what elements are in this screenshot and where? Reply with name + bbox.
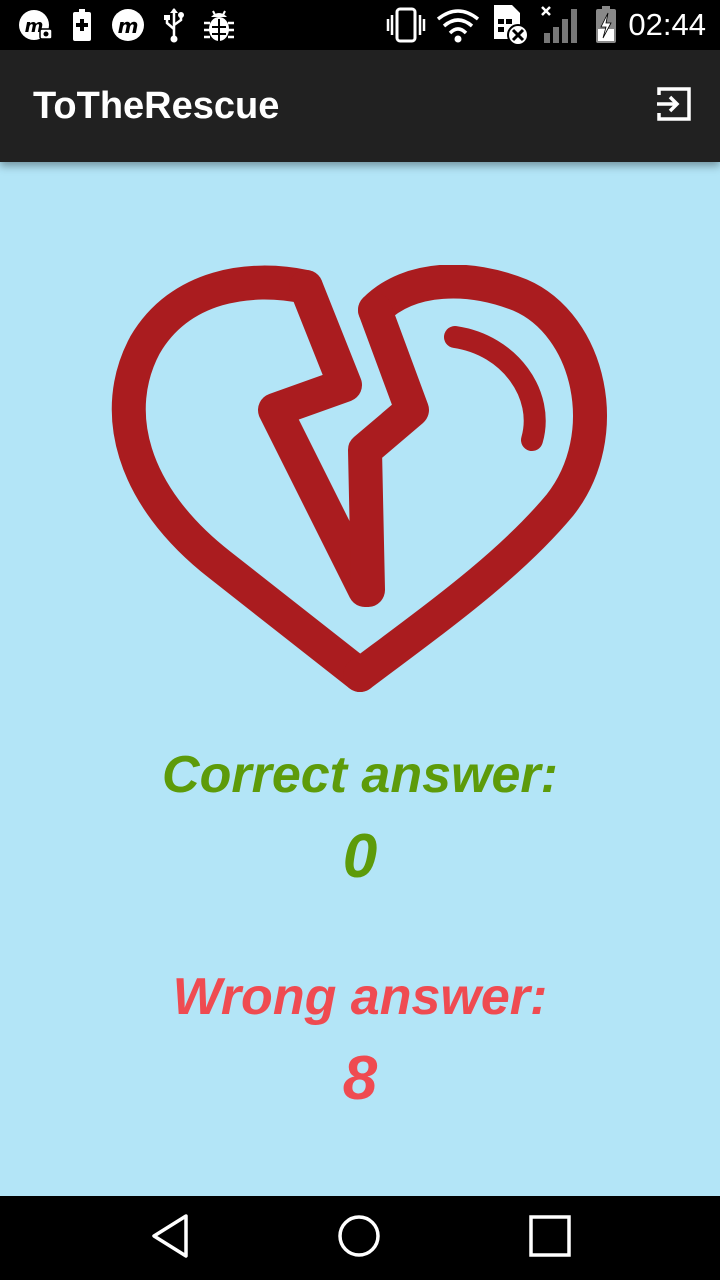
- bug-icon: [202, 7, 236, 43]
- wrong-answer-label: Wrong answer:: [172, 968, 548, 1026]
- recents-button[interactable]: [510, 1196, 590, 1280]
- app-bar: ToTheRescue: [0, 50, 720, 162]
- wifi-icon: [436, 7, 480, 43]
- home-icon: [336, 1213, 382, 1264]
- status-left-icons: m m: [18, 0, 236, 50]
- home-button[interactable]: [319, 1196, 399, 1280]
- signal-icon: [540, 5, 584, 45]
- back-icon: [148, 1212, 192, 1265]
- logout-button[interactable]: [654, 86, 694, 126]
- correct-answer-label: Correct answer:: [162, 746, 558, 804]
- logout-icon: [655, 85, 693, 128]
- battery-charging-icon: [594, 5, 618, 45]
- broken-heart-icon: [110, 264, 610, 705]
- back-button[interactable]: [130, 1196, 210, 1280]
- correct-answer-value: 0: [342, 822, 378, 891]
- battery-saver-icon: [70, 7, 94, 43]
- vibrate-icon: [386, 5, 426, 45]
- app-title: ToTheRescue: [33, 85, 280, 127]
- status-time: 02:44: [628, 7, 706, 42]
- status-right-icons: 02:44: [386, 0, 706, 50]
- recents-icon: [528, 1214, 572, 1263]
- status-bar: m m 02:44: [0, 0, 720, 50]
- m-icon: m: [110, 7, 146, 43]
- navigation-bar: [0, 1196, 720, 1280]
- svg-text:m: m: [118, 14, 139, 38]
- usb-icon: [162, 7, 186, 43]
- m-camera-icon: m: [18, 7, 54, 43]
- wrong-answer-value: 8: [342, 1044, 378, 1113]
- sim-error-icon: [490, 3, 530, 47]
- screen: m m 02:44 ToTheRescue Correct answer: 0 …: [0, 0, 720, 1280]
